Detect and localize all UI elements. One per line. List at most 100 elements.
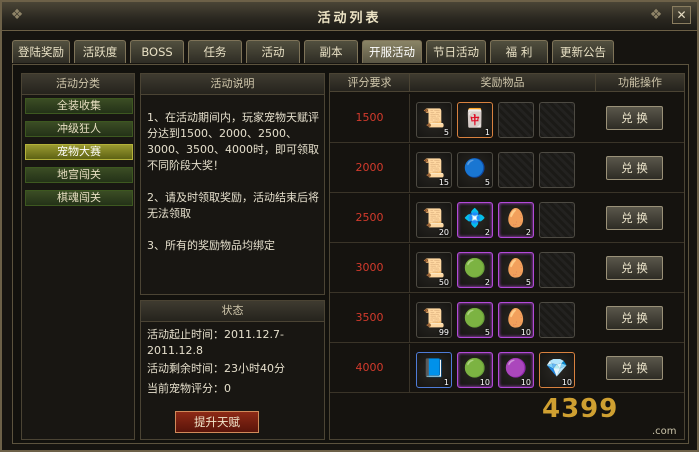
red-gem-icon: 💎 xyxy=(545,358,569,379)
category-item-chess[interactable]: 棋魂闯关 xyxy=(25,190,133,206)
reward-item-slot[interactable]: 📜 50 xyxy=(416,252,452,288)
empty-item-slot xyxy=(498,152,534,188)
reward-item-slot[interactable]: 🟢 5 xyxy=(457,302,493,338)
reward-item-slot[interactable]: 🀄 1 xyxy=(457,102,493,138)
description-paragraph: 1、在活动期间内，玩家宠物天赋评分达到1500、2000、2500、3000、3… xyxy=(147,111,319,172)
item-quantity: 50 xyxy=(438,278,449,287)
item-quantity: 5 xyxy=(443,128,449,137)
status-header: 状态 xyxy=(141,301,324,322)
item-quantity: 10 xyxy=(561,378,572,387)
item-quantity: 99 xyxy=(438,328,449,337)
item-quantity: 10 xyxy=(520,378,531,387)
scroll-icon: 📜 xyxy=(422,258,446,279)
empty-item-slot xyxy=(539,102,575,138)
description-header: 活动说明 xyxy=(141,74,324,95)
category-item-equipment[interactable]: 全装收集 xyxy=(25,98,133,114)
close-button[interactable]: ✕ xyxy=(672,6,691,24)
window-title: 活动列表 xyxy=(317,11,382,26)
description-panel: 活动说明 1、在活动期间内，玩家宠物天赋评分达到1500、2000、2500、3… xyxy=(140,73,325,295)
activity-list-window: ❖ 活动列表 ❖ ✕ 登陆奖励 活跃度 BOSS 任务 活动 副本 开服活动 节… xyxy=(0,0,699,452)
item-quantity: 5 xyxy=(484,178,490,187)
item-quantity: 10 xyxy=(479,378,490,387)
score-requirement: 2000 xyxy=(330,144,410,192)
tab-boss[interactable]: BOSS xyxy=(130,40,184,63)
reward-item-slot[interactable]: 📜 5 xyxy=(416,102,452,138)
blue-orb-icon: 🔵 xyxy=(463,158,487,179)
reward-row: 2000 📜 15 🔵 5 兑 换 xyxy=(330,144,684,193)
tab-login-reward[interactable]: 登陆奖励 xyxy=(12,40,70,63)
reward-item-slot[interactable]: 🥚 5 xyxy=(498,252,534,288)
rewards-table: 评分要求 奖励物品 功能操作 1500 📜 5 🀄 1 兑 换 2000 📜 15 🔵 5 兑 换 25… xyxy=(329,73,685,440)
redeem-button[interactable]: 兑 换 xyxy=(606,256,663,280)
reward-item-slot[interactable]: 🟢 10 xyxy=(457,352,493,388)
reward-row: 3000 📜 50 🟢 2 🥚 5 兑 换 xyxy=(330,244,684,293)
content-area: 活动分类 全装收集 冲级狂人 宠物大赛 地宫闯关 棋魂闯关 活动说明 1、在活动… xyxy=(12,64,689,444)
tab-activity-level[interactable]: 活跃度 xyxy=(74,40,126,63)
column-header-action: 功能操作 xyxy=(596,74,684,92)
description-paragraph: 3、所有的奖励物品均绑定 xyxy=(147,239,275,252)
reward-item-slot[interactable]: 💎 10 xyxy=(539,352,575,388)
category-item-palace[interactable]: 地宫闯关 xyxy=(25,167,133,183)
reward-item-slot[interactable]: 🥚 10 xyxy=(498,302,534,338)
item-quantity: 15 xyxy=(438,178,449,187)
boost-talent-button[interactable]: 提升天赋 xyxy=(175,411,259,433)
tab-quest[interactable]: 任务 xyxy=(188,40,242,63)
status-panel: 状态 活动起止时间：2011.12.7-2011.12.8 活动剩余时间：23小… xyxy=(140,300,325,440)
score-requirement: 3000 xyxy=(330,244,410,292)
tab-holiday[interactable]: 节日活动 xyxy=(426,40,486,63)
category-panel: 活动分类 全装收集 冲级狂人 宠物大赛 地宫闯关 棋魂闯关 xyxy=(21,73,135,440)
reward-item-slot[interactable]: 🔵 5 xyxy=(457,152,493,188)
score-requirement: 1500 xyxy=(330,94,410,142)
tab-server-launch[interactable]: 开服活动 xyxy=(362,40,422,63)
item-quantity: 2 xyxy=(484,278,490,287)
redeem-button[interactable]: 兑 换 xyxy=(606,106,663,130)
tab-dungeon[interactable]: 副本 xyxy=(304,40,358,63)
column-header-rewards: 奖励物品 xyxy=(410,74,596,92)
tab-event[interactable]: 活动 xyxy=(246,40,300,63)
reward-item-slot[interactable]: 📜 99 xyxy=(416,302,452,338)
reward-item-slot[interactable]: 📜 15 xyxy=(416,152,452,188)
purple-crystal-icon: 💠 xyxy=(463,208,487,229)
empty-item-slot xyxy=(539,202,575,238)
description-body: 1、在活动期间内，玩家宠物天赋评分达到1500、2000、2500、3000、3… xyxy=(147,110,319,270)
reward-row: 3500 📜 99 🟢 5 🥚 10 兑 换 xyxy=(330,294,684,343)
scroll-icon: 📜 xyxy=(422,308,446,329)
tab-update-notes[interactable]: 更新公告 xyxy=(552,40,614,63)
knot-ornament-icon: ❖ xyxy=(649,7,663,23)
scroll-icon: 📜 xyxy=(422,158,446,179)
scroll-icon: 📜 xyxy=(422,108,446,129)
redeem-button[interactable]: 兑 换 xyxy=(606,356,663,380)
pet-egg-icon: 🥚 xyxy=(504,208,528,229)
redeem-button[interactable]: 兑 换 xyxy=(606,306,663,330)
event-time: 活动起止时间：2011.12.7-2011.12.8 xyxy=(147,328,284,357)
item-quantity: 20 xyxy=(438,228,449,237)
reward-item-slot[interactable]: 🟢 2 xyxy=(457,252,493,288)
reward-row: 2500 📜 20 💠 2 🥚 2 兑 换 xyxy=(330,194,684,243)
reward-item-slot[interactable]: 🟣 10 xyxy=(498,352,534,388)
reward-row: 1500 📜 5 🀄 1 兑 换 xyxy=(330,94,684,143)
reward-item-slot[interactable]: 🥚 2 xyxy=(498,202,534,238)
category-item-leveling[interactable]: 冲级狂人 xyxy=(25,121,133,137)
reward-item-slot[interactable]: 💠 2 xyxy=(457,202,493,238)
reward-item-slot[interactable]: 📘 1 xyxy=(416,352,452,388)
tab-welfare[interactable]: 福 利 xyxy=(490,40,548,63)
pet-egg-icon: 🥚 xyxy=(504,308,528,329)
watermark-logo: 4399 xyxy=(542,394,619,424)
green-orb-icon: 🟢 xyxy=(463,358,487,379)
empty-item-slot xyxy=(539,252,575,288)
item-quantity: 1 xyxy=(484,128,490,137)
item-quantity: 1 xyxy=(443,378,449,387)
item-quantity: 5 xyxy=(525,278,531,287)
item-quantity: 2 xyxy=(484,228,490,237)
redeem-button[interactable]: 兑 换 xyxy=(606,206,663,230)
redeem-button[interactable]: 兑 换 xyxy=(606,156,663,180)
reward-item-slot[interactable]: 📜 20 xyxy=(416,202,452,238)
pet-egg-icon: 🥚 xyxy=(504,258,528,279)
category-item-pet-contest[interactable]: 宠物大赛 xyxy=(25,144,133,160)
green-orb-icon: 🟢 xyxy=(463,308,487,329)
title-bar[interactable]: ❖ 活动列表 ❖ ✕ xyxy=(2,2,697,31)
score-requirement: 4000 xyxy=(330,344,410,392)
empty-item-slot xyxy=(539,152,575,188)
time-remaining: 活动剩余时间：23小时40分 xyxy=(147,362,285,375)
score-requirement: 3500 xyxy=(330,294,410,342)
